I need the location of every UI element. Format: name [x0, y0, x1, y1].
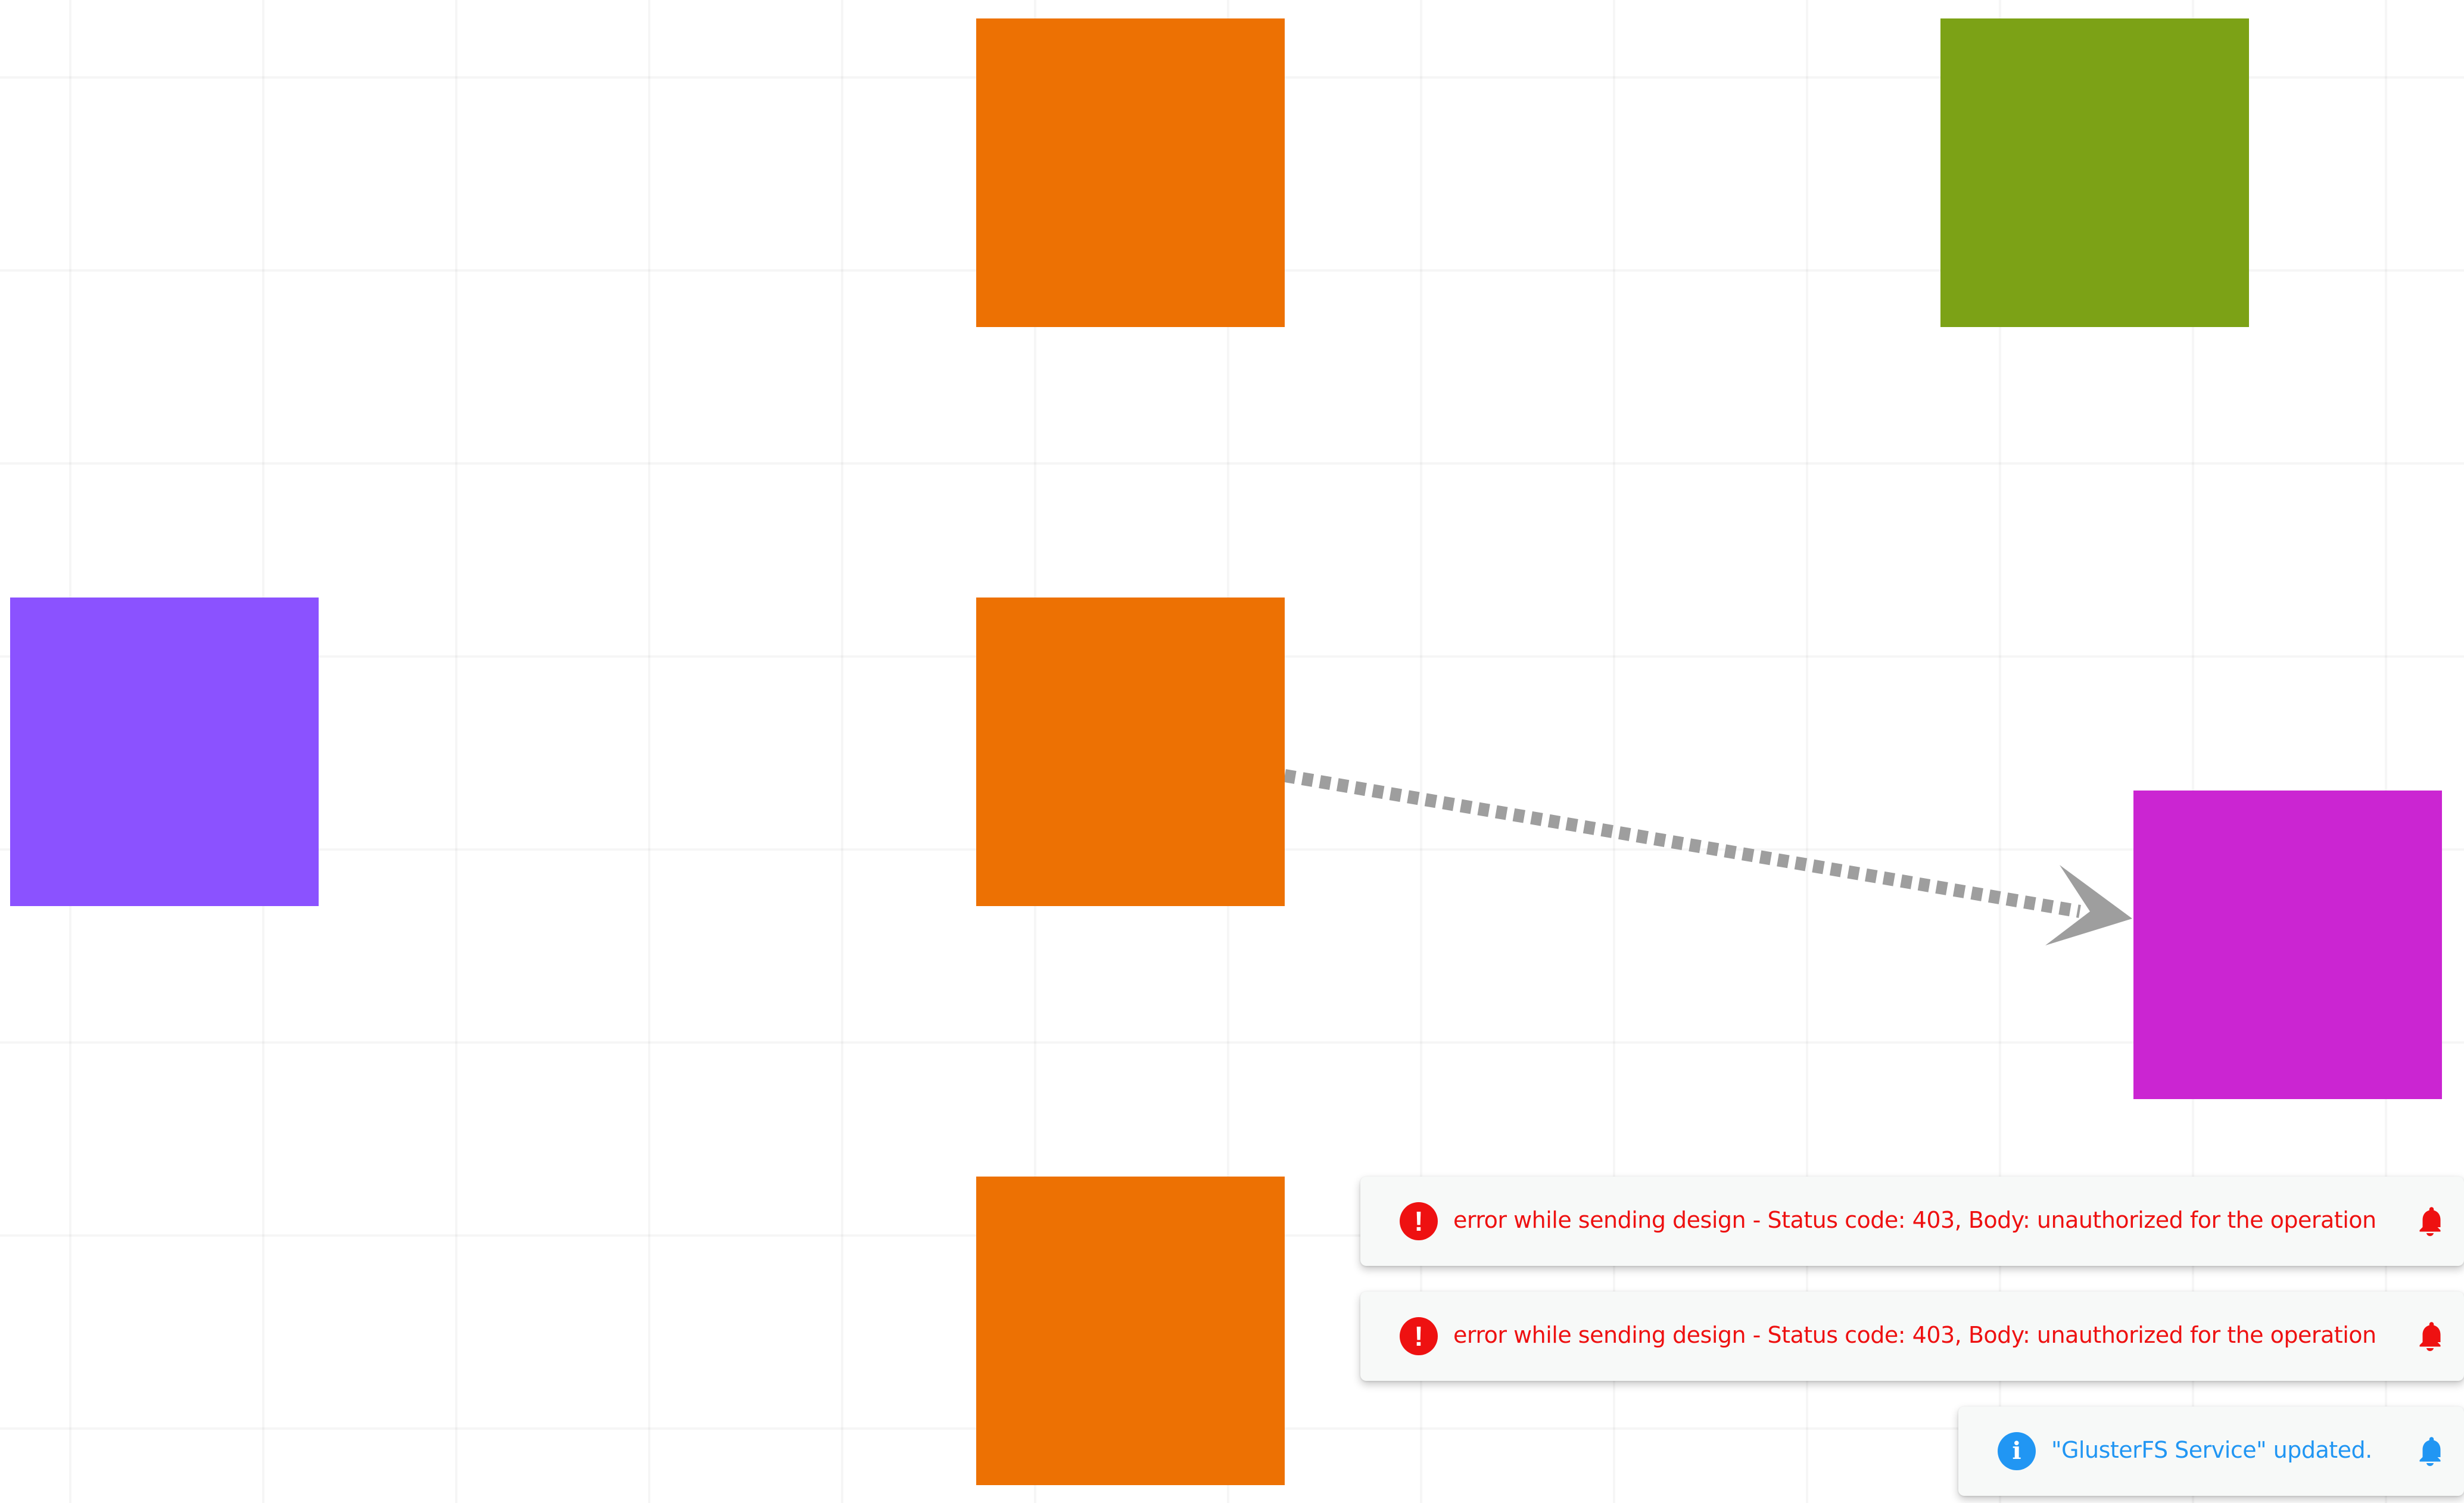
- bell-icon[interactable]: [2412, 1433, 2448, 1469]
- bell-icon[interactable]: [2412, 1203, 2448, 1239]
- notification-message: "GlusterFS Service" updated.: [2051, 1437, 2372, 1463]
- notification-message: error while sending design - Status code…: [1453, 1207, 2376, 1233]
- error-icon: !: [1400, 1202, 1438, 1240]
- error-icon: !: [1400, 1317, 1438, 1355]
- notification-message: error while sending design - Status code…: [1453, 1322, 2376, 1348]
- notification-error-1[interactable]: ! error while sending design - Status co…: [1360, 1177, 2464, 1266]
- node-orange-top[interactable]: [976, 18, 1285, 327]
- node-orange-middle[interactable]: [976, 598, 1285, 906]
- node-green-top-right[interactable]: [1940, 18, 2249, 327]
- notification-error-2[interactable]: ! error while sending design - Status co…: [1360, 1292, 2464, 1381]
- node-magenta-right[interactable]: [2133, 791, 2442, 1099]
- node-orange-bottom[interactable]: [976, 1177, 1285, 1485]
- bell-icon[interactable]: [2412, 1318, 2448, 1354]
- notification-info[interactable]: i "GlusterFS Service" updated.: [1958, 1406, 2464, 1496]
- design-canvas[interactable]: [0, 0, 2464, 1503]
- info-icon: i: [1998, 1432, 2036, 1470]
- edge-arrowhead: [2045, 865, 2132, 945]
- node-purple-left[interactable]: [10, 598, 319, 906]
- edge-dashed-line[interactable]: [1284, 769, 2081, 918]
